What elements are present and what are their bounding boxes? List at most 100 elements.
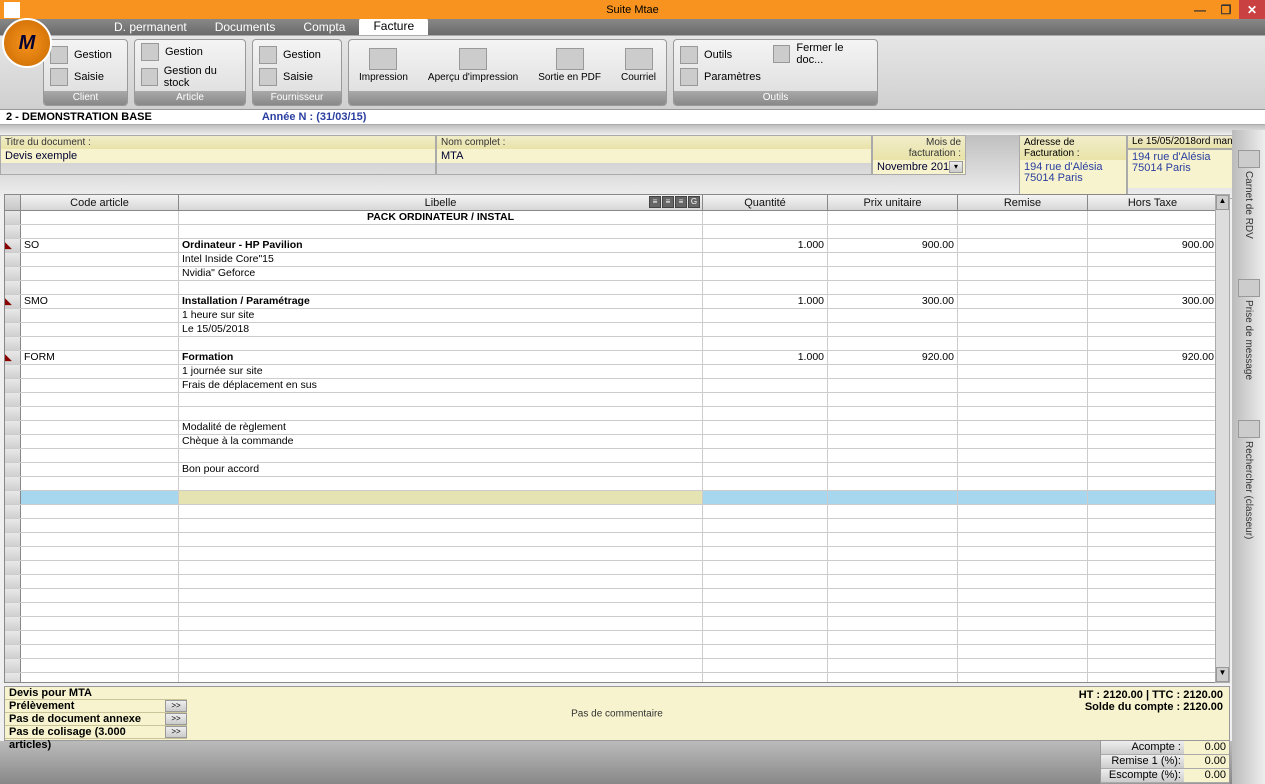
row-header[interactable]: [5, 337, 21, 350]
fermer-doc-button[interactable]: Fermer le doc...: [767, 40, 877, 68]
row-header[interactable]: [5, 491, 21, 504]
cell-code[interactable]: [21, 491, 179, 504]
cell-rem[interactable]: [958, 239, 1088, 252]
row-header[interactable]: [5, 309, 21, 322]
cell-pu[interactable]: [828, 435, 958, 448]
cell-lib[interactable]: Modalité de règlement: [179, 421, 703, 434]
row-header[interactable]: [5, 407, 21, 420]
row-header[interactable]: [5, 365, 21, 378]
row-header[interactable]: [5, 659, 21, 672]
cell-rem[interactable]: [958, 589, 1088, 602]
cell-ht[interactable]: [1088, 477, 1218, 490]
align-left-icon[interactable]: ≡: [649, 196, 661, 208]
scroll-down-icon[interactable]: ▼: [1216, 667, 1229, 682]
cell-lib[interactable]: [179, 407, 703, 420]
cell-qty[interactable]: [703, 505, 828, 518]
row-header[interactable]: [5, 477, 21, 490]
row-header[interactable]: [5, 267, 21, 280]
row-header[interactable]: [5, 617, 21, 630]
cell-pu[interactable]: [828, 589, 958, 602]
table-row[interactable]: [5, 281, 1229, 295]
cell-pu[interactable]: [828, 659, 958, 672]
cell-ht[interactable]: [1088, 323, 1218, 336]
cell-lib[interactable]: [179, 225, 703, 238]
col-remise[interactable]: Remise: [958, 195, 1088, 210]
table-row[interactable]: Frais de déplacement en sus: [5, 379, 1229, 393]
cell-qty[interactable]: [703, 463, 828, 476]
row-header[interactable]: [5, 435, 21, 448]
cell-code[interactable]: SMO: [21, 295, 179, 308]
cell-qty[interactable]: [703, 603, 828, 616]
cell-qty[interactable]: [703, 645, 828, 658]
table-row[interactable]: [5, 337, 1229, 351]
cell-rem[interactable]: [958, 281, 1088, 294]
table-row[interactable]: [5, 561, 1229, 575]
row-header[interactable]: ◣: [5, 351, 21, 364]
cell-qty[interactable]: [703, 561, 828, 574]
cell-qty[interactable]: [703, 309, 828, 322]
article-stock-button[interactable]: Gestion du stock: [135, 63, 245, 91]
cell-ht[interactable]: [1088, 533, 1218, 546]
table-row[interactable]: Intel Inside Core"15: [5, 253, 1229, 267]
cell-ht[interactable]: [1088, 421, 1218, 434]
cell-ht[interactable]: [1088, 645, 1218, 658]
cell-lib[interactable]: 1 journée sur site: [179, 365, 703, 378]
cell-code[interactable]: [21, 589, 179, 602]
cell-ht[interactable]: [1088, 337, 1218, 350]
cell-code[interactable]: SO: [21, 239, 179, 252]
cell-pu[interactable]: [828, 631, 958, 644]
cell-code[interactable]: [21, 575, 179, 588]
cell-qty[interactable]: [703, 631, 828, 644]
cell-pu[interactable]: [828, 337, 958, 350]
cell-ht[interactable]: [1088, 393, 1218, 406]
cell-code[interactable]: [21, 463, 179, 476]
cell-qty[interactable]: [703, 659, 828, 672]
cell-rem[interactable]: [958, 533, 1088, 546]
expand-button[interactable]: >>: [165, 713, 187, 725]
cell-lib[interactable]: [179, 575, 703, 588]
table-row[interactable]: [5, 673, 1229, 682]
article-gestion-button[interactable]: Gestion: [135, 41, 245, 63]
cell-rem[interactable]: [958, 491, 1088, 504]
cell-lib[interactable]: Intel Inside Core"15: [179, 253, 703, 266]
cell-ht[interactable]: [1088, 673, 1218, 682]
col-libelle[interactable]: Libelle ≡ ≡ ≡ G: [179, 195, 703, 210]
cell-lib[interactable]: Installation / Paramétrage: [179, 295, 703, 308]
cell-pu[interactable]: [828, 225, 958, 238]
cell-pu[interactable]: [828, 365, 958, 378]
cell-lib[interactable]: [179, 519, 703, 532]
cell-lib[interactable]: [179, 547, 703, 560]
cell-qty[interactable]: [703, 379, 828, 392]
cell-rem[interactable]: [958, 267, 1088, 280]
cell-code[interactable]: [21, 505, 179, 518]
cell-rem[interactable]: [958, 211, 1088, 224]
table-row[interactable]: [5, 533, 1229, 547]
parametres-button[interactable]: Paramètres: [674, 66, 767, 88]
cell-code[interactable]: [21, 519, 179, 532]
cell-code[interactable]: [21, 421, 179, 434]
row-header[interactable]: [5, 519, 21, 532]
cell-lib[interactable]: 1 heure sur site: [179, 309, 703, 322]
cell-ht[interactable]: [1088, 407, 1218, 420]
row-header[interactable]: ◣: [5, 295, 21, 308]
cell-code[interactable]: [21, 309, 179, 322]
nom-input[interactable]: MTA: [437, 149, 871, 163]
cell-ht[interactable]: [1088, 603, 1218, 616]
cell-qty[interactable]: [703, 267, 828, 280]
cell-lib[interactable]: [179, 659, 703, 672]
table-row[interactable]: ◣SMOInstallation / Paramétrage1.000300.0…: [5, 295, 1229, 309]
cell-qty[interactable]: [703, 365, 828, 378]
row-header[interactable]: [5, 631, 21, 644]
cell-code[interactable]: [21, 659, 179, 672]
cell-ht[interactable]: [1088, 519, 1218, 532]
table-row[interactable]: [5, 477, 1229, 491]
cell-ht[interactable]: [1088, 281, 1218, 294]
cell-rem[interactable]: [958, 505, 1088, 518]
cell-rem[interactable]: [958, 603, 1088, 616]
row-header[interactable]: [5, 589, 21, 602]
cell-pu[interactable]: [828, 463, 958, 476]
cell-rem[interactable]: [958, 575, 1088, 588]
cell-rem[interactable]: [958, 337, 1088, 350]
cell-rem[interactable]: [958, 519, 1088, 532]
cell-lib[interactable]: [179, 589, 703, 602]
